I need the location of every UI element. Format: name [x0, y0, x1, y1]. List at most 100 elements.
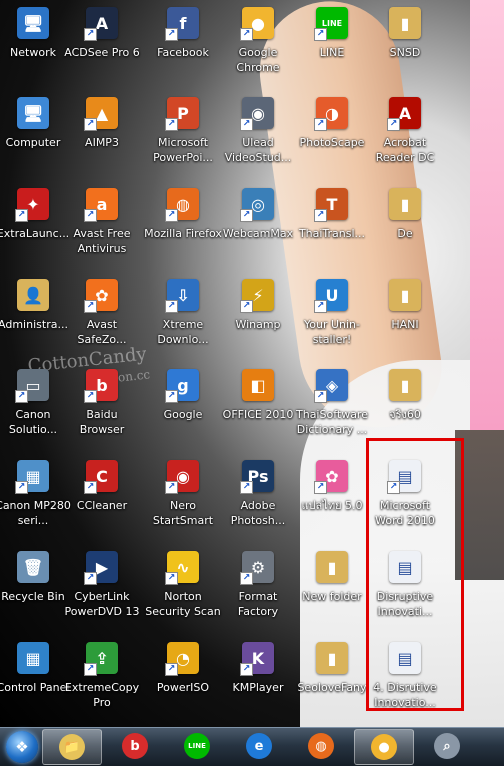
desktop-icon-google[interactable]: g Google [144, 365, 222, 453]
desktop-icon-computer[interactable]: 🖥 Computer [0, 93, 72, 181]
desktop-icon-thaisoftware-dictionary[interactable]: ◈ ThaiSoftware Dictionary ... [293, 365, 371, 453]
file-explorer-icon: 📁 [59, 734, 85, 760]
wallpaper-pink-edge [470, 0, 504, 430]
desktop-icon-image-icon: ◉ [240, 97, 274, 131]
desktop-icon-baidu-browser[interactable]: b Baidu Browser [63, 365, 141, 453]
taskbar-line-button[interactable]: LINE [168, 729, 226, 763]
desktop-icon-office-2010[interactable]: ◧ OFFICE 2010 [219, 365, 297, 453]
desktop-icon-canon-solutio[interactable]: ▭ Canon Solutio... [0, 365, 72, 453]
desktop-icon-canon-mp280-seri[interactable]: ▦ Canon MP280 seri... [0, 456, 72, 544]
desktop-icon-photoscape[interactable]: ◑ PhotoScape [293, 93, 371, 181]
desktop-icon-label: ThaiSoftware Dictionary ... [296, 408, 368, 436]
desktop-icon-winamp[interactable]: ⚡ Winamp [219, 275, 297, 363]
start-button[interactable]: ❖ [6, 731, 38, 763]
desktop-icon-image-icon: T [314, 188, 348, 222]
desktop-icon-image-icon: ⚡ [240, 279, 274, 313]
desktop-icon-label: ExtraLaunc... [0, 227, 70, 240]
desktop-icon-image-icon: ▮ [389, 279, 421, 311]
desktop-icon-norton-security-scan[interactable]: ∿ Norton Security Scan [144, 547, 222, 635]
desktop-icon-image-icon: ● [240, 7, 274, 41]
desktop-icon-image-icon: a [84, 188, 118, 222]
desktop-icon-image-icon: 🖥 [17, 97, 49, 129]
desktop-icon-your-unin-staller[interactable]: U Your Unin-staller! [293, 275, 371, 363]
desktop-icon-label: OFFICE 2010 [222, 408, 294, 421]
taskbar-firefox-button[interactable]: ◍ [292, 729, 350, 763]
desktop-icon-mozilla-firefox[interactable]: ◍ Mozilla Firefox [144, 184, 222, 272]
desktop-icon-kmplayer[interactable]: K KMPlayer [219, 638, 297, 726]
desktop-icon-webcammax[interactable]: ◎ WebcamMax [219, 184, 297, 272]
desktop-icon-xtreme-downlo[interactable]: ⇩ Xtreme Downlo... [144, 275, 222, 363]
desktop-icon-label: Norton Security Scan [145, 590, 221, 618]
desktop-icon-poweriso[interactable]: ◔ PowerISO [144, 638, 222, 726]
desktop-icon-acdsee-pro-6[interactable]: A ACDSee Pro 6 [63, 3, 141, 91]
desktop-icon-image-icon: ⇩ [165, 279, 199, 313]
desktop-icon-label: Avast SafeZo... [77, 318, 127, 346]
taskbar-chrome-button[interactable]: ● [354, 729, 414, 765]
desktop-icon-image-icon: ◑ [314, 97, 348, 131]
desktop-icon-image-icon: ⚙ [240, 551, 274, 585]
desktop-icon-label: Mozilla Firefox [144, 227, 222, 240]
desktop-icon-line[interactable]: LINE LINE [293, 3, 371, 91]
desktop-icon-hani[interactable]: ▮ HANI [366, 275, 444, 363]
chrome-icon: ● [371, 734, 397, 760]
taskbar-baidu-browser-button[interactable]: b [106, 729, 164, 763]
desktop-icon-image-icon: ▮ [316, 551, 348, 583]
desktop-icon-ccleaner[interactable]: C CCleaner [63, 456, 141, 544]
desktop-icon-nero-startsmart[interactable]: ◉ Nero StartSmart [144, 456, 222, 544]
desktop-icon-image-icon: ✿ [314, 460, 348, 494]
desktop-icon-image-icon: ▶ [84, 551, 118, 585]
desktop-icon-recycle-bin[interactable]: 🗑 Recycle Bin [0, 547, 72, 635]
desktop-icon-label: จริง60 [389, 408, 421, 421]
desktop-icon-avast-free-antivirus[interactable]: a Avast Free Antivirus [63, 184, 141, 272]
desktop-icon-image-icon: g [165, 369, 199, 403]
desktop: CottonCandy tegleon.cc 🖥NetworkAACDSee P… [0, 0, 504, 727]
desktop-icon-image-icon: ◔ [165, 642, 199, 676]
desktop-icon-image-icon: Ps [240, 460, 274, 494]
desktop-icon-image-icon: 🗑 [17, 551, 49, 583]
desktop-icon-thaitransl[interactable]: T ThaiTransl... [293, 184, 371, 272]
desktop-icon-image-icon: ▮ [389, 188, 421, 220]
desktop-icon-label: Google Chrome [236, 46, 280, 74]
desktop-icon-image-icon: A [387, 97, 421, 131]
desktop-icon-label: De [397, 227, 413, 240]
desktop-icon-acrobat-reader-dc[interactable]: A Acrobat Reader DC [366, 93, 444, 181]
desktop-icon-administra[interactable]: 👤 Administra... [0, 275, 72, 363]
desktop-icon-ulead-videostud[interactable]: ◉ Ulead VideoStud... [219, 93, 297, 181]
desktop-icon-google-chrome[interactable]: ● Google Chrome [219, 3, 297, 91]
desktop-icon-format-factory[interactable]: ⚙ Format Factory [219, 547, 297, 635]
desktop-icon-control-panel[interactable]: ▦ Control Panel [0, 638, 72, 726]
desktop-icon-image-icon: ▦ [15, 460, 49, 494]
desktop-icon-label: HANI [391, 318, 419, 331]
desktop-icon-label: Format Factory [237, 590, 279, 618]
desktop-icon-adobe-photosh[interactable]: Ps Adobe Photosh... [219, 456, 297, 544]
desktop-icon-extremecopy-pro[interactable]: ⇪ ExtremeCopy Pro [63, 638, 141, 726]
desktop-icon-aimp3[interactable]: ▲ AIMP3 [63, 93, 141, 181]
desktop-icon-new-folder[interactable]: ▮ New folder [293, 547, 371, 635]
desktop-icon-seolovefany[interactable]: ▮ SeoloveFany [293, 638, 371, 726]
desktop-icon-avast-safezo[interactable]: ✿ Avast SafeZo... [63, 275, 141, 363]
search-icon: ⌕ [434, 733, 460, 759]
desktop-icon-snsd[interactable]: ▮ SNSD [366, 3, 444, 91]
taskbar-search-button[interactable]: ⌕ [418, 729, 476, 763]
desktop-icon-แปลไทย-5-0[interactable]: ✿ แปลไทย 5.0 [293, 456, 371, 544]
windows-logo-icon: ❖ [15, 738, 29, 756]
taskbar-internet-explorer-button[interactable]: e [230, 729, 288, 763]
desktop-icon-label: SeoloveFany [297, 681, 367, 694]
desktop-icon-label: LINE [319, 46, 345, 59]
desktop-icon-image-icon: ▲ [84, 97, 118, 131]
desktop-icon-label: ExtremeCopy Pro [64, 681, 140, 709]
desktop-icon-image-icon: ▮ [316, 642, 348, 674]
desktop-icon-label: Canon MP280 seri... [0, 499, 71, 527]
desktop-icon-facebook[interactable]: f Facebook [144, 3, 222, 91]
taskbar-file-explorer-button[interactable]: 📁 [42, 729, 102, 765]
desktop-icon-image-icon: 👤 [17, 279, 49, 311]
desktop-icon-label: PhotoScape [299, 136, 365, 149]
desktop-icon-de[interactable]: ▮ De [366, 184, 444, 272]
desktop-icon-cyberlink-powerdvd-13[interactable]: ▶ CyberLink PowerDVD 13 [63, 547, 141, 635]
desktop-icon-label: ACDSee Pro 6 [64, 46, 140, 59]
desktop-icon-image-icon: f [165, 7, 199, 41]
desktop-icon-extralaunc[interactable]: ✦ ExtraLaunc... [0, 184, 72, 272]
desktop-icon-image-icon: ◉ [165, 460, 199, 494]
desktop-icon-network[interactable]: 🖥 Network [0, 3, 72, 91]
desktop-icon-microsoft-powerpoi[interactable]: P Microsoft PowerPoi... [144, 93, 222, 181]
